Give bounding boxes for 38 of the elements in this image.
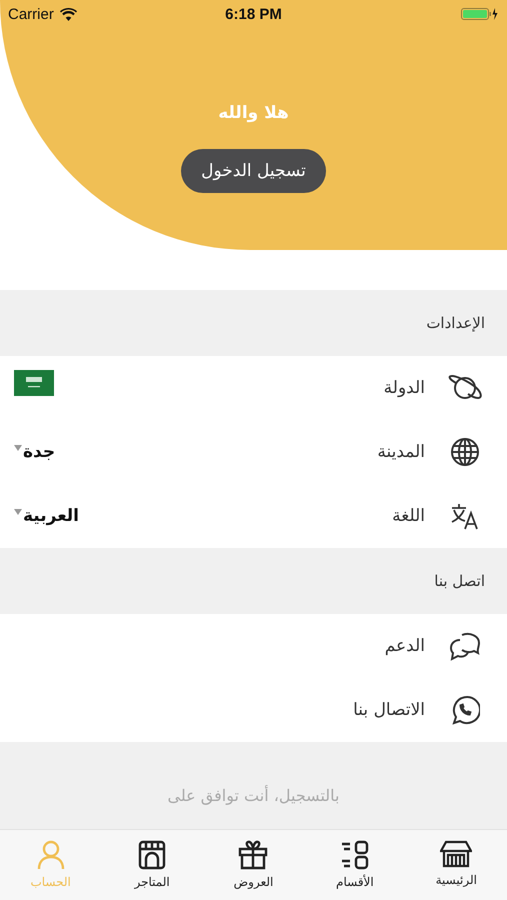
tab[interactable]: المتاجر bbox=[101, 830, 203, 900]
section-title: الإعدادات bbox=[426, 314, 485, 332]
chat-bubbles-icon bbox=[450, 631, 480, 661]
person-icon bbox=[36, 840, 66, 870]
list-grid-icon bbox=[340, 840, 370, 870]
contact-row[interactable]: الدعم bbox=[0, 614, 507, 678]
caret-icon bbox=[14, 509, 22, 515]
translate-icon bbox=[450, 502, 480, 530]
planet-icon bbox=[448, 374, 482, 402]
row-label: الدولة bbox=[384, 378, 425, 398]
clock-time: 6:18 PM bbox=[225, 6, 282, 22]
row-label: الاتصال بنا bbox=[353, 700, 425, 720]
section-title: اتصل بنا bbox=[434, 572, 485, 590]
settings-row[interactable]: المدينة جدة bbox=[0, 420, 507, 484]
dropdown-field[interactable]: جدة bbox=[14, 442, 56, 462]
flag-icon bbox=[14, 370, 54, 396]
contact-row[interactable]: الاتصال بنا bbox=[0, 678, 507, 742]
battery-icon bbox=[460, 7, 499, 21]
phone-bubble-icon bbox=[450, 695, 480, 725]
row-label: اللغة bbox=[392, 506, 425, 526]
tab[interactable]: العروض bbox=[202, 830, 304, 900]
settings-row[interactable]: اللغة العربية bbox=[0, 484, 507, 548]
greeting-text: هلا والله bbox=[218, 103, 289, 123]
login-button[interactable]: تسجيل الدخول bbox=[181, 149, 326, 193]
row-label: الدعم bbox=[384, 636, 425, 656]
globe-icon bbox=[450, 437, 480, 467]
row-label: المدينة bbox=[377, 442, 425, 462]
agreement-text: بالتسجيل، أنت توافق على bbox=[168, 786, 340, 807]
tab[interactable]: الرئيسية bbox=[406, 830, 507, 900]
storefront-icon bbox=[440, 840, 472, 868]
tab[interactable]: الأقسام bbox=[304, 830, 406, 900]
shop-front-icon bbox=[138, 840, 166, 870]
settings-row[interactable]: الدولة bbox=[0, 356, 507, 420]
caret-icon bbox=[14, 445, 22, 451]
gift-icon bbox=[238, 840, 268, 870]
dropdown-field[interactable]: العربية bbox=[14, 506, 80, 526]
wifi-icon bbox=[60, 8, 77, 20]
carrier-label: Carrier bbox=[8, 6, 54, 22]
